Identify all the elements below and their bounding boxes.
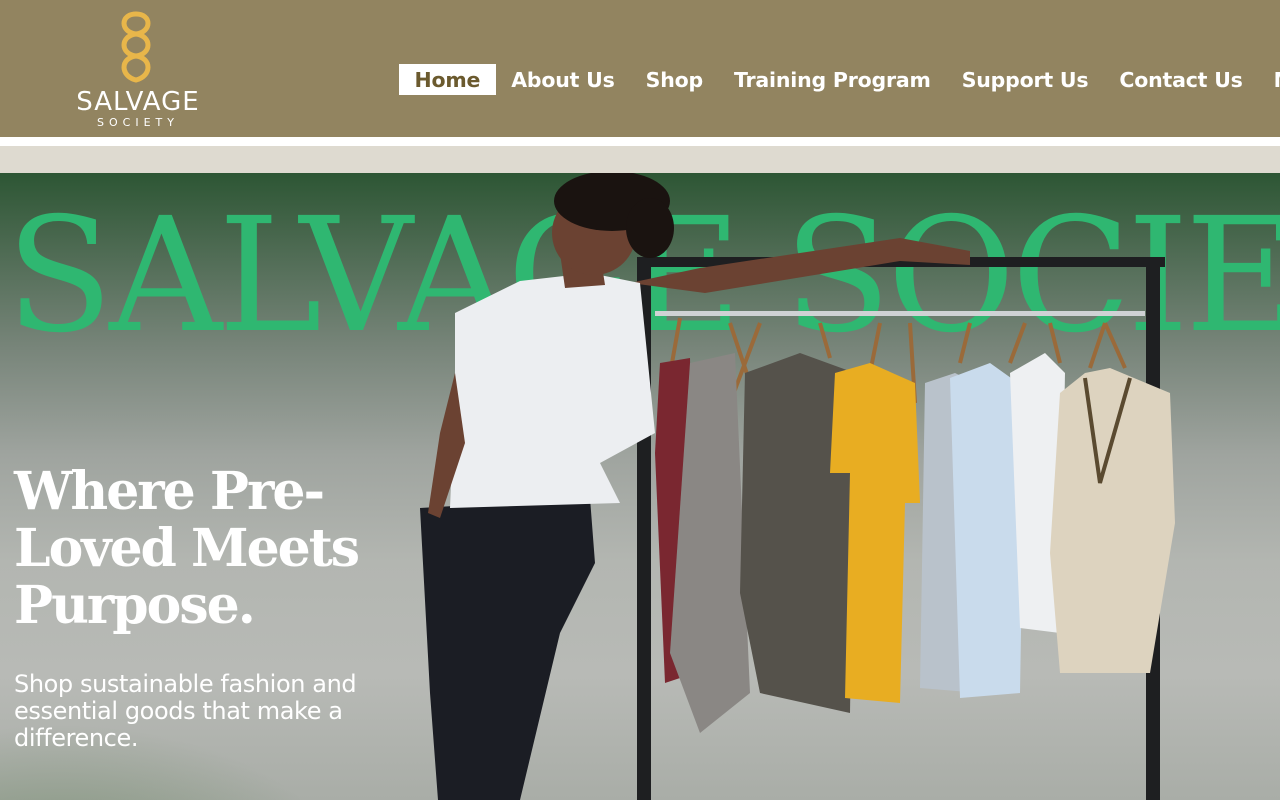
nav-home[interactable]: Home [399,64,496,95]
site-header: SALVAGE SOCIETY Home About Us Shop Train… [0,0,1280,137]
logo-tagline: SOCIETY [97,116,179,129]
hero-subtext-line: essential goods that make a [14,697,343,725]
hero-headline-line: Loved Meets [14,518,360,579]
hero-headline: Where Pre- Loved Meets Purpose. [14,463,414,634]
hero-subtext-line: Shop sustainable fashion and [14,670,357,698]
hero-headline-line: Purpose. [14,575,256,636]
hero-section: SALVAGE SOCIETY [0,173,1280,800]
infinity-knot-icon [121,11,151,83]
header-divider [0,137,1280,146]
nav-more[interactable]: More [1258,64,1280,95]
hero-headline-line: Where Pre- [14,461,325,522]
nav-shop[interactable]: Shop [630,64,718,95]
nav-support-us[interactable]: Support Us [946,64,1104,95]
hero-subtext: Shop sustainable fashion and essential g… [14,671,414,752]
nav-contact-us[interactable]: Contact Us [1104,64,1258,95]
site-logo[interactable]: SALVAGE SOCIETY [58,10,218,132]
logo-wordmark: SALVAGE [76,87,200,117]
header-strip [0,146,1280,173]
main-navigation: Home About Us Shop Training Program Supp… [399,64,1280,96]
hero-subtext-line: difference. [14,724,139,752]
nav-about-us[interactable]: About Us [496,64,630,95]
nav-training-program[interactable]: Training Program [718,64,946,95]
